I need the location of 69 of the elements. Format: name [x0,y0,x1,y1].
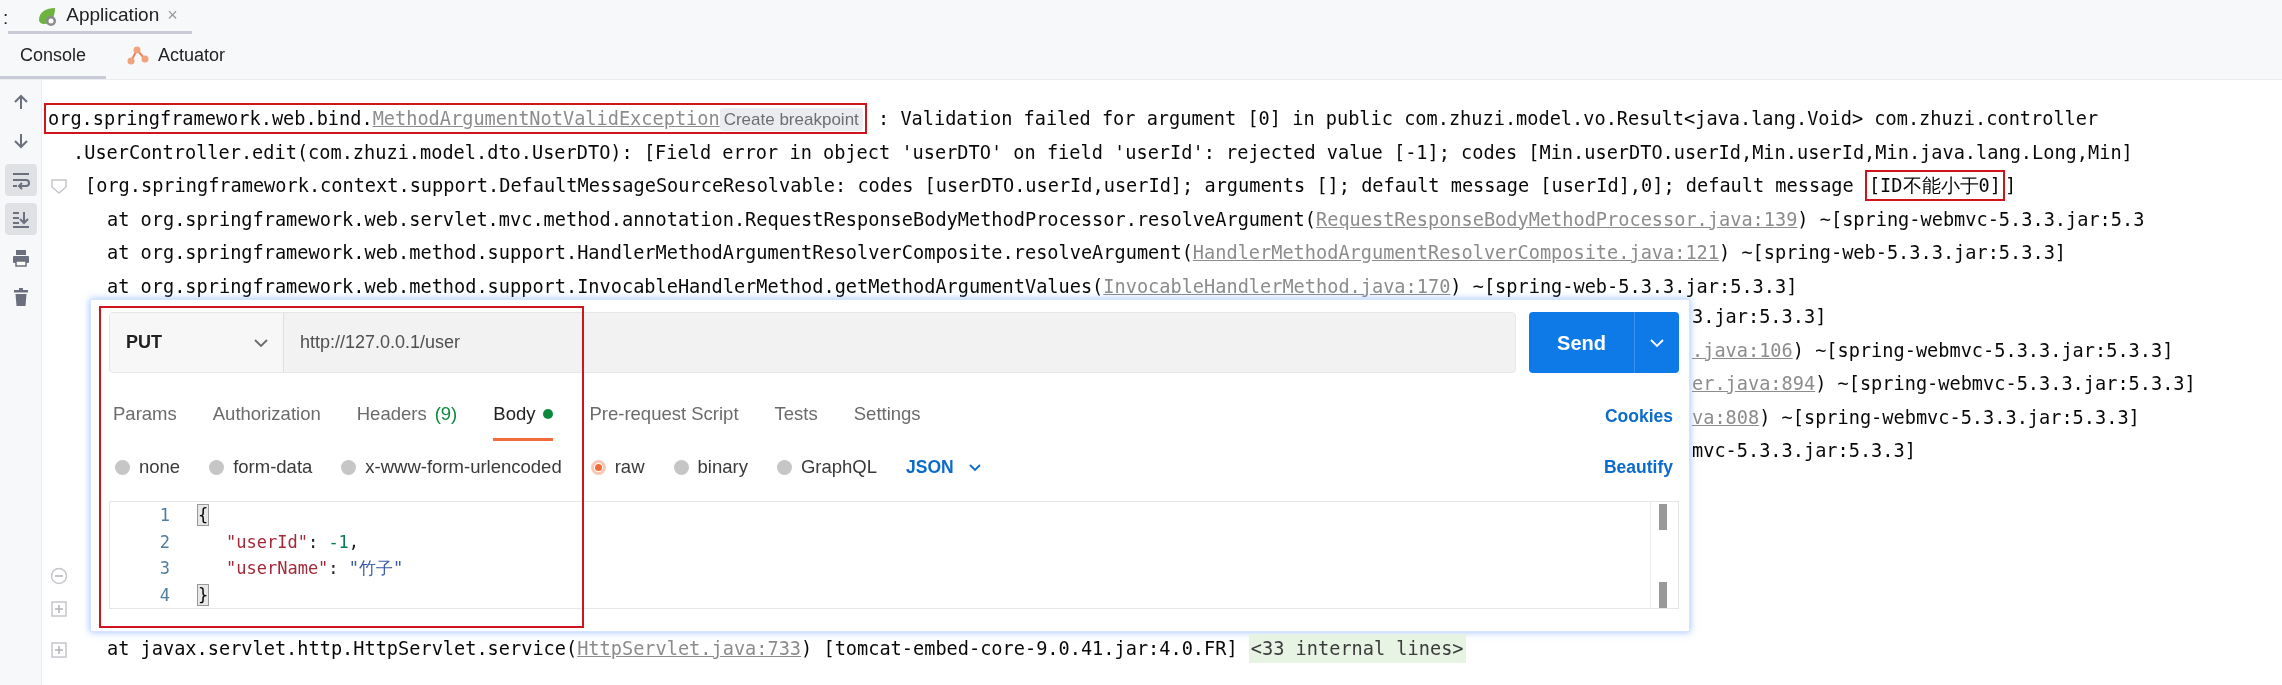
folded-lines[interactable]: <33 internal lines> [1248,634,1466,663]
log-text: [org.springframework.context.support.DefaultMessageSourceResolvable: codes [userDTO.userId,userId]; arguments []; default message [userId],0]; default message [85,175,1855,196]
log-text: ) ~[spring-web-5.3.3.jar:5.3.3] [1719,242,2067,263]
request-tab[interactable]: Pre-request Script [589,400,739,441]
code-line: "userId": -1, [225,530,361,554]
request-tab[interactable]: Tests [774,400,818,441]
log-text: : Validation failed for argument [0] in public com.zhuzi.model.vo.Result<java.lang.Void> com.zhuzi.controller [877,108,2099,129]
expand-icon[interactable] [50,641,68,659]
printer-icon [10,248,31,268]
log-text: ) [tomcat-embed-core-9.0.41.jar:4.0.FR] [801,638,1239,659]
expand-icon[interactable] [50,600,68,619]
request-tab[interactable]: Body [493,400,554,441]
source-link[interactable]: InvocableHandlerMethod.java:170 [1103,275,1451,297]
source-link[interactable]: .java:106 [1692,339,1793,361]
body-type-radio[interactable]: raw [590,453,645,481]
log-text: at javax.servlet.http.HttpServlet.service( [107,638,578,659]
log-text: ) ~[spring-webmvc-5.3.3.jar:5.3.3] [1815,373,2196,394]
line-number: 2 [158,530,170,554]
fold-marker-icon[interactable] [50,178,68,196]
scrollbar-thumb[interactable] [1659,504,1667,530]
source-link[interactable]: er.java:894 [1692,373,1816,394]
scroll-to-end-icon [10,209,31,229]
request-tab[interactable]: Params [113,400,177,441]
scrollbar-thumb[interactable] [1659,582,1667,608]
log-text: 3.jar:5.3.3] [1692,306,1827,327]
log-text: [ID不能小于0] [1868,175,2001,196]
log-text: at org.springframework.web.method.support.HandlerMethodArgumentResolverComposite.resolveArgument( [107,242,1193,263]
log-text: ] [2004,175,2017,196]
source-link[interactable]: HandlerMethodArgumentResolverComposite.java:121 [1192,242,1719,263]
request-tab[interactable]: Authorization [212,400,321,441]
close-icon[interactable]: × [167,2,178,29]
body-type-radio[interactable]: GraphQL [776,453,877,481]
request-tab[interactable]: Headers (9) [356,400,458,441]
source-link[interactable]: va:808 [1692,406,1760,428]
breakpoint-hint[interactable]: Create breakpoint [719,108,863,131]
code-line: "userName": "竹子" [225,557,405,580]
soft-wrap-button[interactable] [4,164,37,196]
code-editor[interactable]: 1 2 3 4 { "userId": -1, "userName": "竹子" } [109,501,1679,609]
log-text: .UserController.edit(com.zhuzi.model.dto.UserDTO): [Field error in object 'userDTO' on field 'userId': rejected value [-1]; codes [Min.userDTO.userId,Min.userId,Min.java.lang.Long,Min] [73,141,2133,163]
source-link[interactable]: MethodArgumentNotValidException [372,108,720,129]
log-text: ) ~[spring-webmvc-5.3.3.jar:5.3.3] [1759,406,2140,428]
log-text: org.springframework.web.bind. [48,108,373,129]
log-text: mvc-5.3.3.jar:5.3.3] [1692,440,1916,461]
log-text: ) ~[spring-web-5.3.3.jar:5.3.3] [1450,275,1798,297]
request-tab[interactable]: Settings [853,400,921,441]
scroll-to-end-button[interactable] [4,203,37,235]
format-dropdown[interactable]: JSON [906,453,982,481]
soft-wrap-icon [10,170,31,190]
log-text: ) ~[spring-webmvc-5.3.3.jar:5.3 [1797,208,2145,230]
log-text: at org.springframework.web.method.support.InvocableHandlerMethod.getMethodArgumentValues( [107,275,1104,297]
collapse-icon[interactable] [50,566,68,585]
graph-icon [126,44,151,66]
line-number: 1 [158,504,170,527]
chevron-down-icon [1649,337,1665,348]
body-type-radio[interactable]: form-data [209,453,313,481]
cookies-link[interactable]: Cookies [1604,402,1673,429]
body-type-radio[interactable]: none [115,453,181,481]
line-number: 4 [158,583,170,607]
beautify-link[interactable]: Beautify [1603,453,1673,481]
log-text: ) ~[spring-webmvc-5.3.3.jar:5.3.3] [1792,339,2174,361]
tool-tab[interactable]: Actuator [106,34,246,79]
source-link[interactable]: RequestResponseBodyMethodProcessor.java:139 [1316,208,1798,230]
label-text: : [2,6,9,30]
log-text: at org.springframework.web.servlet.mvc.method.annotation.RequestResponseBodyMethodProcessor.resolveArgument( [107,208,1316,230]
chevron-down-icon [967,462,982,472]
body-type-radio[interactable]: binary [673,453,748,481]
source-link[interactable]: HttpServlet.java:733 [577,638,802,659]
body-type-radio[interactable]: x-www-form-urlencoded [341,453,562,481]
line-number: 3 [158,557,170,580]
